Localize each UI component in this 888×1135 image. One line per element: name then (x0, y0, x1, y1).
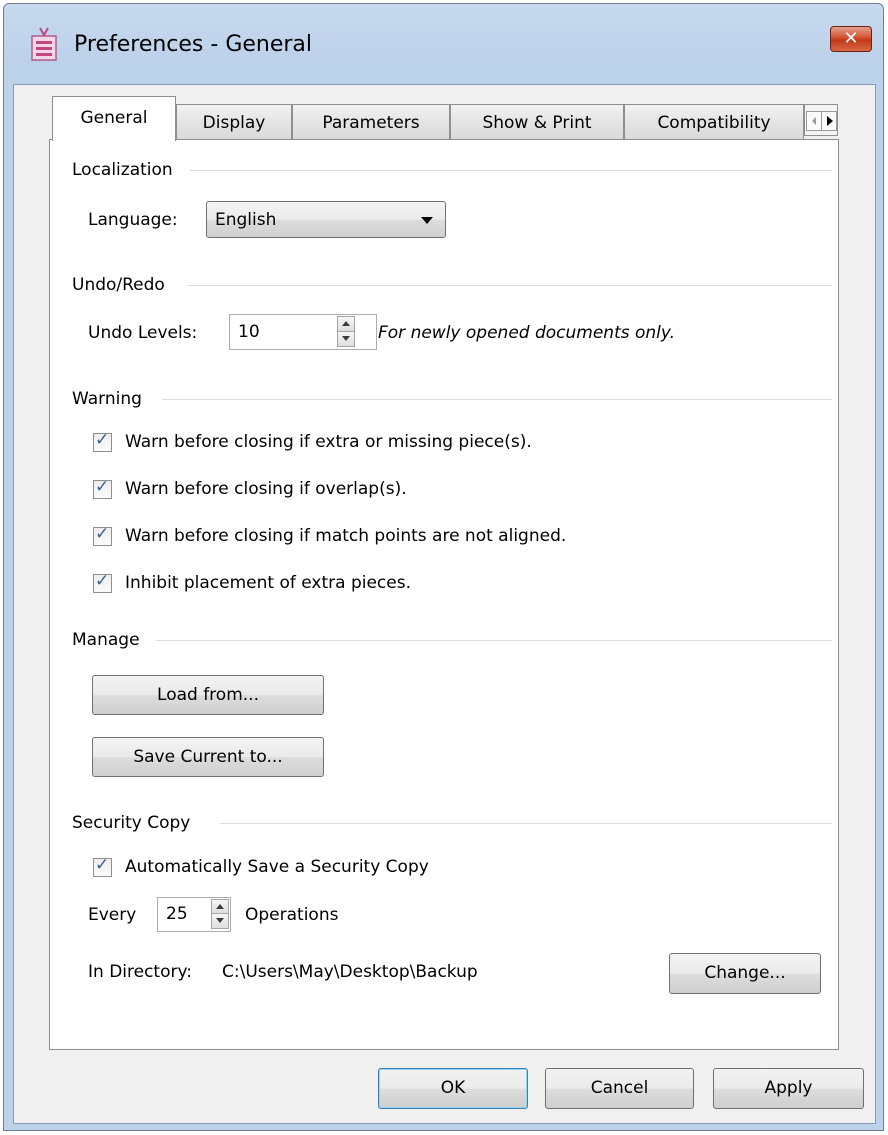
check-icon: ✓ (95, 430, 110, 450)
tab-label: Display (202, 113, 266, 133)
manage-header: Manage (72, 630, 140, 650)
arrow-up-icon (342, 321, 350, 326)
close-button[interactable]: ✕ (830, 26, 872, 52)
chevron-right-icon (827, 116, 833, 126)
close-icon: ✕ (843, 28, 859, 49)
tab-parameters[interactable]: Parameters (292, 104, 450, 140)
every-operations-stepper (211, 899, 229, 929)
every-value: 25 (166, 904, 188, 924)
ok-button[interactable]: OK (378, 1068, 528, 1109)
check-icon: ✓ (95, 524, 110, 544)
inhibit-extra-pieces-label: Inhibit placement of extra pieces. (125, 573, 411, 593)
general-tab-panel: Localization Language: English Undo/Redo… (49, 139, 839, 1050)
load-from-button[interactable]: Load from... (92, 675, 324, 715)
window-title: Preferences - General (74, 32, 313, 57)
arrow-down-icon (342, 336, 350, 341)
security-copy-header: Security Copy (72, 813, 191, 833)
section-divider (187, 285, 832, 286)
inhibit-extra-pieces-checkbox[interactable]: ✓ (93, 571, 112, 593)
section-divider (156, 640, 832, 641)
auto-save-checkbox[interactable]: ✓ (93, 855, 112, 877)
warn-overlap-label: Warn before closing if overlap(s). (125, 479, 407, 499)
change-label: Change... (704, 963, 786, 983)
language-label: Language: (88, 210, 178, 230)
tab-scroll-left-button[interactable] (806, 111, 822, 131)
undo-levels-label: Undo Levels: (88, 323, 198, 343)
increment-button[interactable] (337, 316, 355, 332)
warn-extra-missing-label: Warn before closing if extra or missing … (125, 432, 532, 452)
check-icon: ✓ (95, 855, 110, 875)
every-label: Every (88, 905, 137, 925)
tab-show-print[interactable]: Show & Print (450, 104, 624, 140)
check-icon: ✓ (95, 477, 110, 497)
warning-header: Warning (72, 389, 142, 409)
warn-match-points-checkbox[interactable]: ✓ (93, 524, 112, 546)
apply-label: Apply (764, 1078, 813, 1098)
tab-label: Show & Print (482, 113, 592, 133)
arrow-down-icon (216, 918, 224, 923)
operations-label: Operations (245, 905, 339, 925)
directory-label: In Directory: (88, 962, 193, 982)
localization-header: Localization (72, 160, 173, 180)
title-bar[interactable]: Preferences - General ✕ (4, 4, 883, 84)
chevron-down-icon (421, 217, 433, 224)
increment-button[interactable] (211, 899, 229, 914)
warn-extra-missing-checkbox[interactable]: ✓ (93, 430, 112, 452)
tab-compatibility[interactable]: Compatibility (624, 104, 804, 140)
tab-label: Parameters (322, 113, 420, 133)
section-divider (220, 823, 832, 824)
arrow-up-icon (216, 904, 224, 909)
tab-general[interactable]: General (52, 96, 176, 141)
load-from-label: Load from... (157, 685, 259, 705)
tab-scroll-right-button[interactable] (821, 111, 837, 131)
warn-overlap-checkbox[interactable]: ✓ (93, 477, 112, 499)
undo-redo-header: Undo/Redo (72, 275, 165, 295)
cancel-button[interactable]: Cancel (545, 1068, 694, 1109)
auto-save-label: Automatically Save a Security Copy (125, 857, 429, 877)
undo-note: For newly opened documents only. (378, 323, 676, 343)
app-icon (31, 27, 57, 61)
language-value: English (215, 210, 277, 230)
dialog-client: General Display Parameters Show & Print … (13, 84, 876, 1124)
undo-levels-value: 10 (238, 322, 260, 342)
warn-match-points-label: Warn before closing if match points are … (125, 526, 567, 546)
tab-scroll-control (804, 104, 838, 136)
section-divider (162, 399, 832, 400)
tab-label: General (80, 108, 148, 128)
tab-display[interactable]: Display (176, 104, 292, 140)
apply-button[interactable]: Apply (713, 1068, 864, 1109)
cancel-label: Cancel (590, 1078, 649, 1098)
decrement-button[interactable] (337, 331, 355, 347)
tab-label: Compatibility (657, 113, 771, 133)
change-directory-button[interactable]: Change... (669, 953, 821, 994)
section-divider (190, 170, 832, 171)
undo-levels-stepper (337, 316, 355, 347)
language-dropdown[interactable]: English (206, 201, 446, 238)
check-icon: ✓ (95, 571, 110, 591)
save-current-to-label: Save Current to... (133, 747, 283, 767)
preferences-window: Preferences - General ✕ General Display … (3, 3, 884, 1131)
directory-path: C:\Users\May\Desktop\Backup (222, 962, 478, 982)
chevron-left-icon (812, 117, 816, 125)
decrement-button[interactable] (211, 913, 229, 929)
ok-label: OK (440, 1078, 466, 1098)
save-current-to-button[interactable]: Save Current to... (92, 737, 324, 777)
